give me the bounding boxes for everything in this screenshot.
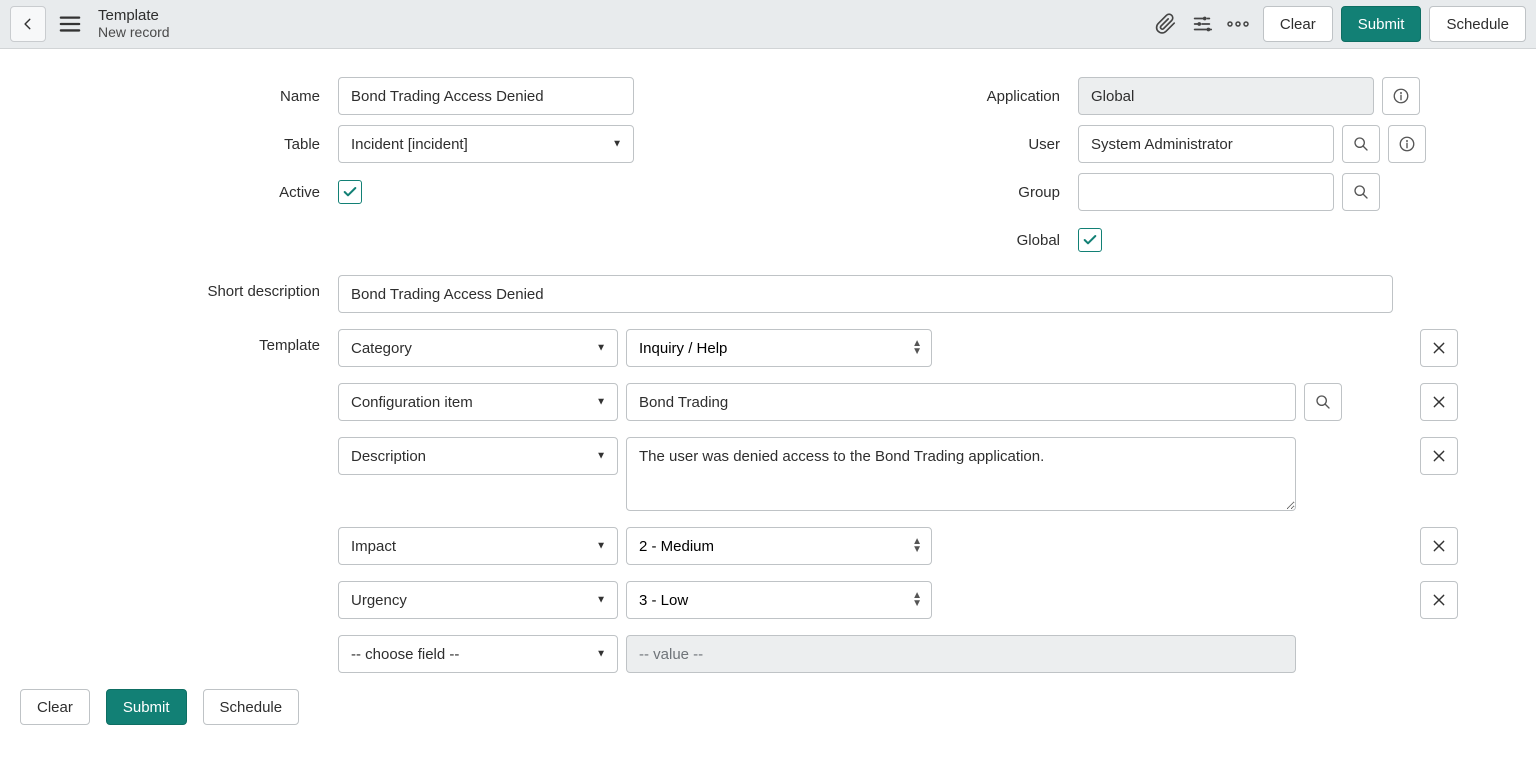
remove-row-button[interactable] <box>1420 581 1458 619</box>
name-label: Name <box>78 88 338 105</box>
remove-row-button[interactable] <box>1420 329 1458 367</box>
page-subtitle: New record <box>98 25 170 40</box>
search-icon <box>1353 136 1369 152</box>
active-label: Active <box>78 184 338 201</box>
user-input[interactable] <box>1078 125 1334 163</box>
group-lookup-button[interactable] <box>1342 173 1380 211</box>
user-info-button[interactable] <box>1388 125 1426 163</box>
template-row-description: Description The user was denied access t… <box>338 437 1458 511</box>
submit-button-bottom[interactable]: Submit <box>106 689 187 725</box>
template-row-urgency: Urgency 3 - Low ▲▼ <box>338 581 1458 619</box>
search-icon <box>1315 394 1331 410</box>
template-label: Template <box>78 329 338 354</box>
user-lookup-button[interactable] <box>1342 125 1380 163</box>
template-value-select-urgency[interactable]: 3 - Low <box>626 581 932 619</box>
info-icon <box>1392 87 1410 105</box>
template-value-input-ci[interactable] <box>626 383 1296 421</box>
close-icon <box>1432 395 1446 409</box>
remove-row-button[interactable] <box>1420 383 1458 421</box>
template-field-select[interactable]: Configuration item <box>338 383 618 421</box>
schedule-button-top[interactable]: Schedule <box>1429 6 1526 42</box>
user-label: User <box>768 136 1078 153</box>
ellipsis-icon <box>1227 20 1249 28</box>
check-icon <box>1082 232 1098 248</box>
remove-row-button[interactable] <box>1420 527 1458 565</box>
clear-button-bottom[interactable]: Clear <box>20 689 90 725</box>
chevron-left-icon <box>21 17 35 31</box>
template-field-select[interactable]: Impact <box>338 527 618 565</box>
bottom-action-bar: Clear Submit Schedule <box>0 673 1536 741</box>
paperclip-icon <box>1155 13 1177 35</box>
template-value-placeholder: -- value -- <box>626 635 1296 673</box>
template-field-select[interactable]: Description <box>338 437 618 475</box>
close-icon <box>1432 449 1446 463</box>
hamburger-icon <box>59 15 81 33</box>
submit-button-top[interactable]: Submit <box>1341 6 1422 42</box>
form-body: Name Table Incident [incident] Active <box>0 49 1536 761</box>
sliders-icon <box>1191 13 1213 35</box>
template-row-category: Category Inquiry / Help ▲▼ <box>338 329 1458 367</box>
info-icon <box>1398 135 1416 153</box>
ci-lookup-button[interactable] <box>1304 383 1342 421</box>
page-title: Template <box>98 8 170 25</box>
template-field-select[interactable]: Category <box>338 329 618 367</box>
application-info-button[interactable] <box>1382 77 1420 115</box>
active-checkbox[interactable] <box>338 180 362 204</box>
top-bar: Template New record Clear Submit Schedul… <box>0 0 1536 49</box>
application-input <box>1078 77 1374 115</box>
template-value-select-impact[interactable]: 2 - Medium <box>626 527 932 565</box>
more-actions-button[interactable] <box>1227 20 1249 28</box>
group-input[interactable] <box>1078 173 1334 211</box>
global-label: Global <box>768 232 1078 249</box>
template-row-new: -- choose field -- -- value -- <box>338 635 1458 673</box>
close-icon <box>1432 593 1446 607</box>
short-description-input[interactable] <box>338 275 1393 313</box>
close-icon <box>1432 341 1446 355</box>
close-icon <box>1432 539 1446 553</box>
clear-button-top[interactable]: Clear <box>1263 6 1333 42</box>
table-label: Table <box>78 136 338 153</box>
template-row-impact: Impact 2 - Medium ▲▼ <box>338 527 1458 565</box>
template-value-select-category[interactable]: Inquiry / Help <box>626 329 932 367</box>
menu-button[interactable] <box>54 6 86 42</box>
name-input[interactable] <box>338 77 634 115</box>
search-icon <box>1353 184 1369 200</box>
back-button[interactable] <box>10 6 46 42</box>
group-label: Group <box>768 184 1078 201</box>
template-row-configuration-item: Configuration item <box>338 383 1458 421</box>
template-choose-field-select[interactable]: -- choose field -- <box>338 635 618 673</box>
table-select[interactable]: Incident [incident] <box>338 125 634 163</box>
application-label: Application <box>768 88 1078 105</box>
remove-row-button[interactable] <box>1420 437 1458 475</box>
template-value-textarea-description[interactable]: The user was denied access to the Bond T… <box>626 437 1296 511</box>
global-checkbox[interactable] <box>1078 228 1102 252</box>
attachment-button[interactable] <box>1155 13 1177 35</box>
page-title-block: Template New record <box>98 8 170 41</box>
short-description-label: Short description <box>78 275 338 300</box>
template-field-select[interactable]: Urgency <box>338 581 618 619</box>
check-icon <box>342 184 358 200</box>
schedule-button-bottom[interactable]: Schedule <box>203 689 300 725</box>
settings-button[interactable] <box>1191 13 1213 35</box>
